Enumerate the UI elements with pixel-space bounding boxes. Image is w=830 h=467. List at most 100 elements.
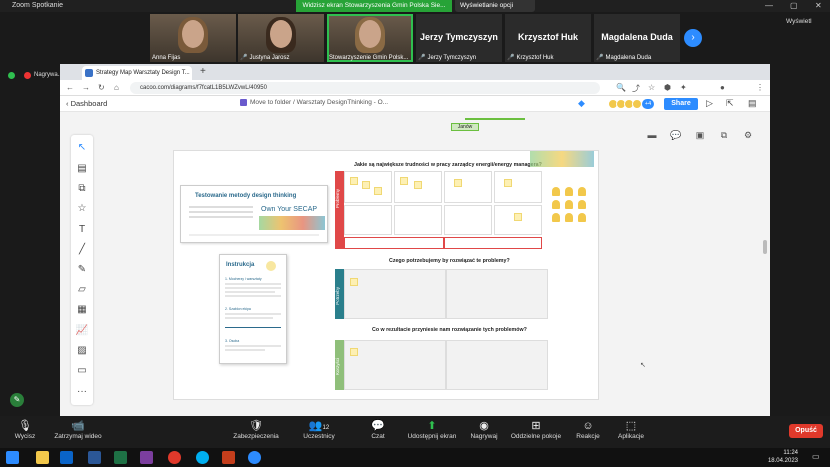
grid-cell[interactable] (344, 340, 446, 390)
table-tool-icon[interactable]: ▦ (75, 303, 89, 317)
chrome-icon[interactable] (168, 451, 181, 464)
sticky-note[interactable] (362, 181, 370, 189)
share-page-icon[interactable]: ⤴ (632, 83, 640, 94)
sheet-icon[interactable]: ▬ (644, 127, 660, 143)
excel-icon[interactable] (114, 451, 127, 464)
share-button[interactable]: Share (664, 98, 698, 110)
diagram-canvas[interactable]: ↖ ▤ ⧉ ☆ T ╱ ✎ ▱ ▦ 📈 ▨ ▭ ··· ▬ 💬 ▣ ⧉ ⚙ Ja… (60, 112, 770, 416)
sticky-note[interactable] (350, 177, 358, 185)
chart-tool-icon[interactable]: 📈 (75, 324, 89, 338)
participant-display-name: Krzysztof Huk (517, 32, 578, 42)
next-participants-button[interactable]: › (684, 29, 702, 47)
pen-tool-icon[interactable]: ✎ (75, 263, 89, 277)
sticky-note[interactable] (374, 187, 382, 195)
view-mode-button[interactable]: Wyświetl (786, 18, 812, 25)
grid-cell[interactable] (444, 205, 492, 235)
settings-gear-icon[interactable]: ⚙ (740, 127, 756, 143)
template-tool-icon[interactable]: ▤ (75, 162, 89, 176)
sticky-note[interactable] (400, 177, 408, 185)
back-icon[interactable]: ← (66, 83, 74, 92)
participant-tile[interactable]: Magdalena Duda 🎤 Magdalena Duda (594, 14, 680, 62)
grid-cell[interactable] (446, 340, 548, 390)
present-play-icon[interactable]: ▷ (706, 98, 713, 109)
minimize-icon[interactable]: — (765, 1, 773, 10)
notifications-icon[interactable]: ▭ (812, 452, 820, 461)
apps-button[interactable]: ⬚ Aplikacje (595, 419, 667, 440)
bookmark-star-icon[interactable]: ☆ (648, 83, 655, 92)
input-row[interactable] (444, 237, 542, 249)
browser-tab[interactable]: Strategy Map Warsztaty Design T... (82, 66, 192, 80)
collaborator-count[interactable]: +4 (642, 99, 654, 109)
grid-cell[interactable] (446, 269, 548, 319)
stop-video-button[interactable]: 📹 Zatrzymaj wideo (42, 419, 114, 440)
grid-cell[interactable] (394, 205, 442, 235)
dashboard-link[interactable]: ‹ Dashboard (66, 99, 107, 108)
more-options-icon[interactable]: ▤ (748, 98, 757, 109)
shapes-tool-icon[interactable]: ⧉ (75, 182, 89, 196)
instruction-card[interactable]: Instrukcja 1. Mocherzy i warsztaty 2. Sz… (219, 254, 287, 364)
participant-tile-active[interactable]: Stowarzyszenie Gmin Polsk... (327, 14, 413, 62)
video-call-icon[interactable]: ▣ (692, 127, 708, 143)
star-tool-icon[interactable]: ☆ (75, 202, 89, 216)
line-tool-icon[interactable]: ╱ (75, 243, 89, 257)
participant-tile[interactable]: Jerzy Tymczyszyn 🎤 Jerzy Tymczyszyn (416, 14, 502, 62)
sticky-note[interactable] (454, 179, 462, 187)
view-options-button[interactable]: Wyświetlanie opcji (455, 0, 535, 12)
browser-menu-icon[interactable]: ⋮ (756, 83, 764, 92)
pages-icon[interactable]: ⧉ (716, 127, 732, 143)
sticky-note[interactable] (350, 278, 358, 286)
sticky-note[interactable] (350, 348, 358, 356)
skype-icon[interactable] (196, 451, 209, 464)
windows-start-icon[interactable] (6, 451, 19, 464)
sticky-note-tool-icon[interactable]: ▱ (75, 283, 89, 297)
collab-tool-icon[interactable]: ◆ (578, 98, 585, 109)
extensions-puzzle-icon[interactable]: ✦ (680, 83, 687, 92)
grid-cell[interactable] (494, 171, 542, 203)
cacoo-favicon-icon (85, 69, 93, 77)
system-clock[interactable]: 11:24 18.04.2023 (762, 449, 798, 465)
maximize-icon[interactable]: ▢ (790, 1, 798, 10)
select-tool-icon[interactable]: ↖ (75, 141, 89, 155)
profile-avatar[interactable]: ● (720, 83, 725, 92)
sticky-note[interactable] (504, 179, 512, 187)
text-tool-icon[interactable]: T (75, 223, 89, 237)
workshop-board[interactable]: Testowanie metody design thinking Own Yo… (173, 150, 599, 400)
extension-icon[interactable]: ⬢ (664, 83, 671, 92)
janow-label[interactable]: Janów (451, 123, 479, 131)
outlook-icon[interactable] (60, 451, 73, 464)
more-tools-icon[interactable]: ··· (75, 385, 89, 399)
zoom-icon[interactable]: 🔍 (616, 83, 626, 92)
grid-cell[interactable] (344, 205, 392, 235)
zoom-app-icon[interactable] (248, 451, 261, 464)
comments-icon[interactable]: 💬 (668, 127, 684, 143)
onenote-icon[interactable] (140, 451, 153, 464)
leave-button[interactable]: Opuść (789, 424, 823, 438)
file-explorer-icon[interactable] (36, 451, 49, 464)
forward-icon[interactable]: → (82, 83, 90, 92)
participant-tile[interactable]: Krzysztof Huk 🎤 Krzysztof Huk (505, 14, 591, 62)
annotate-pen-icon[interactable]: ✎ (10, 393, 24, 407)
sticky-note[interactable] (414, 181, 422, 189)
participant-tile[interactable]: Anna Fijas (150, 14, 236, 62)
security-button[interactable]: 🛡 Zabezpieczenia (220, 419, 292, 440)
close-icon[interactable]: ✕ (815, 1, 822, 10)
title-card[interactable]: Testowanie metody design thinking Own Yo… (180, 185, 328, 243)
collaborator-avatar[interactable] (632, 99, 642, 109)
breadcrumb[interactable]: Move to folder / Warsztaty DesignThinkin… (240, 99, 388, 106)
vertical-scrollbar[interactable] (763, 240, 767, 254)
image-tool-icon[interactable]: ▨ (75, 344, 89, 358)
home-icon[interactable]: ⌂ (114, 83, 119, 92)
zoom-window-title: Zoom Spotkanie (12, 2, 63, 9)
url-input[interactable]: cacoo.com/diagrams/f7fcatL1B5LWZvwL/4095… (130, 82, 600, 94)
word-icon[interactable] (88, 451, 101, 464)
export-icon[interactable]: ⇱ (726, 98, 734, 109)
grid-cell[interactable] (344, 269, 446, 319)
comment-tool-icon[interactable]: ▭ (75, 364, 89, 378)
input-row[interactable] (344, 237, 444, 249)
new-tab-button[interactable]: + (200, 66, 206, 77)
powerpoint-icon[interactable] (222, 451, 235, 464)
reload-icon[interactable]: ↻ (98, 83, 105, 92)
grid-cell[interactable] (444, 171, 492, 203)
sticky-note[interactable] (514, 213, 522, 221)
participant-tile[interactable]: 🎤 Justyna Jarosz (238, 14, 324, 62)
